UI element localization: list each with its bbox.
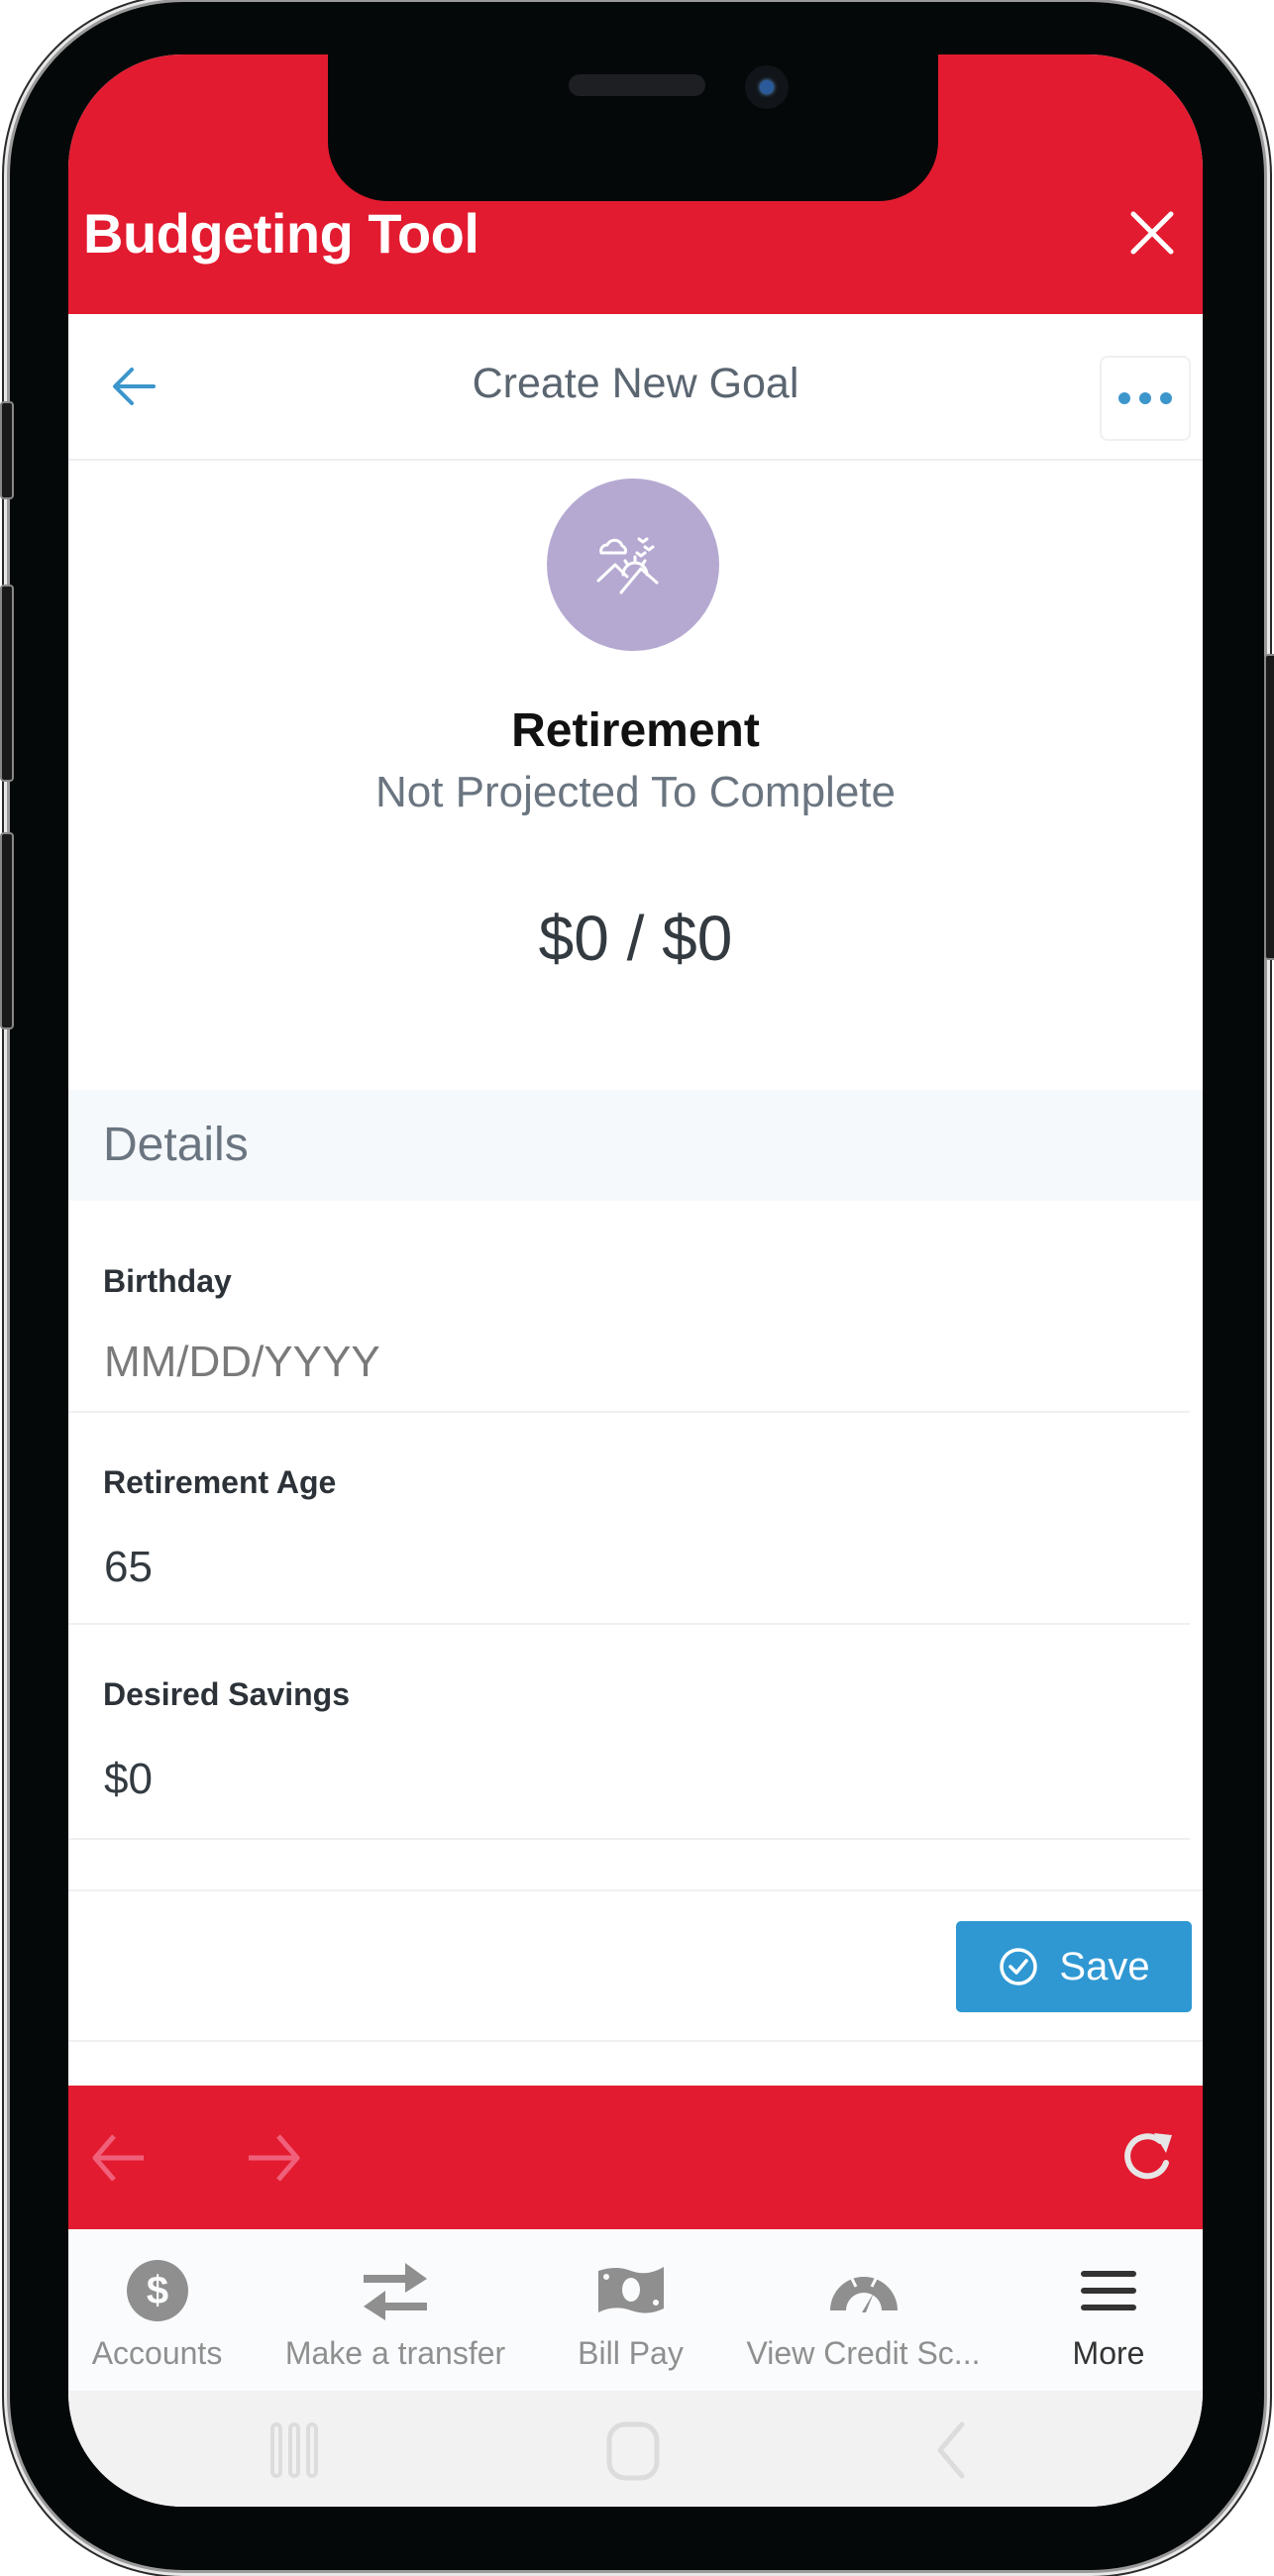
- gauge-icon: [829, 2277, 898, 2312]
- browser-navigation-bar: [68, 2086, 1203, 2229]
- tab-label: Accounts: [91, 2335, 223, 2371]
- ellipsis-icon: [1118, 392, 1130, 404]
- back-chevron-icon: [937, 2421, 965, 2479]
- menu-icon: [1081, 2271, 1136, 2310]
- transfer-arrows-icon: [364, 2263, 427, 2320]
- home-icon: [606, 2421, 660, 2481]
- front-camera: [745, 65, 789, 109]
- birthday-label: Birthday: [103, 1263, 232, 1299]
- save-button[interactable]: Save: [956, 1921, 1192, 2012]
- check-circle-icon: [1000, 1948, 1038, 1986]
- retirement-age-field: Retirement Age: [68, 1413, 1190, 1625]
- phone-screen: Budgeting Tool Create New Goal Retiremen…: [68, 54, 1203, 2507]
- goal-status: Not Projected To Complete: [374, 768, 896, 816]
- tab-more[interactable]: More: [1044, 2229, 1173, 2391]
- side-button: [1264, 654, 1274, 960]
- svg-text:$: $: [146, 2269, 167, 2312]
- side-button: [0, 832, 14, 1029]
- system-navigation-bar: [68, 2391, 1203, 2507]
- birthday-field: Birthday: [68, 1201, 1190, 1413]
- ellipsis-dot: [1160, 392, 1172, 404]
- bottom-tab-bar: $ Accounts Make a transfer Bill Pay View…: [68, 2229, 1203, 2391]
- goal-name: Retirement: [511, 704, 760, 757]
- desired-savings-input[interactable]: [104, 1752, 996, 1807]
- reload-button[interactable]: [1118, 2127, 1178, 2187]
- ellipsis-dot: [1139, 392, 1151, 404]
- save-label: Save: [1059, 1944, 1150, 1988]
- more-options-button[interactable]: [1100, 356, 1191, 441]
- tab-label: More: [1072, 2335, 1145, 2371]
- home-button[interactable]: [603, 2420, 663, 2487]
- tab-make-a-transfer[interactable]: Make a transfer: [271, 2229, 519, 2391]
- details-title: Details: [103, 1119, 249, 1171]
- retirement-age-label: Retirement Age: [103, 1464, 337, 1500]
- money-bill-icon: [597, 2267, 664, 2313]
- arrow-right-icon: [249, 2134, 300, 2182]
- system-back-button[interactable]: [930, 2420, 970, 2485]
- tab-view-credit-score[interactable]: View Credit Sc...: [742, 2229, 985, 2391]
- tab-accounts[interactable]: $ Accounts: [70, 2229, 244, 2391]
- speaker-grille: [569, 74, 705, 96]
- details-section-header: Details: [68, 1090, 1203, 1201]
- goal-category-badge: [547, 479, 719, 651]
- browser-back-button[interactable]: [90, 2130, 150, 2186]
- tab-label: Bill Pay: [578, 2335, 684, 2371]
- desired-savings-label: Desired Savings: [103, 1676, 350, 1712]
- device-notch: [328, 54, 938, 201]
- tab-bill-pay[interactable]: Bill Pay: [554, 2229, 707, 2391]
- page-subheader: Create New Goal: [68, 314, 1203, 461]
- tab-label: Make a transfer: [284, 2335, 506, 2371]
- retirement-age-input[interactable]: [104, 1540, 996, 1595]
- recent-apps-button[interactable]: [266, 2420, 322, 2485]
- arrow-left-icon: [92, 2134, 144, 2182]
- side-button: [0, 401, 14, 499]
- recent-apps-icon: [270, 2422, 318, 2478]
- close-icon: [1130, 211, 1174, 255]
- app-title: Budgeting Tool: [83, 202, 479, 265]
- side-button: [0, 585, 14, 782]
- browser-forward-button[interactable]: [243, 2130, 302, 2186]
- tab-label: View Credit Sc...: [746, 2335, 981, 2371]
- reload-icon: [1124, 2133, 1172, 2180]
- close-button[interactable]: [1127, 208, 1177, 258]
- goal-amount: $0 / $0: [538, 903, 733, 974]
- dollar-circle-icon: $: [126, 2260, 188, 2321]
- form-actions: Save: [68, 1889, 1203, 2042]
- birthday-input[interactable]: [104, 1335, 996, 1390]
- desired-savings-field: Desired Savings: [68, 1625, 1190, 1840]
- retirement-landscape-icon: [596, 537, 659, 594]
- page-title: Create New Goal: [472, 360, 799, 407]
